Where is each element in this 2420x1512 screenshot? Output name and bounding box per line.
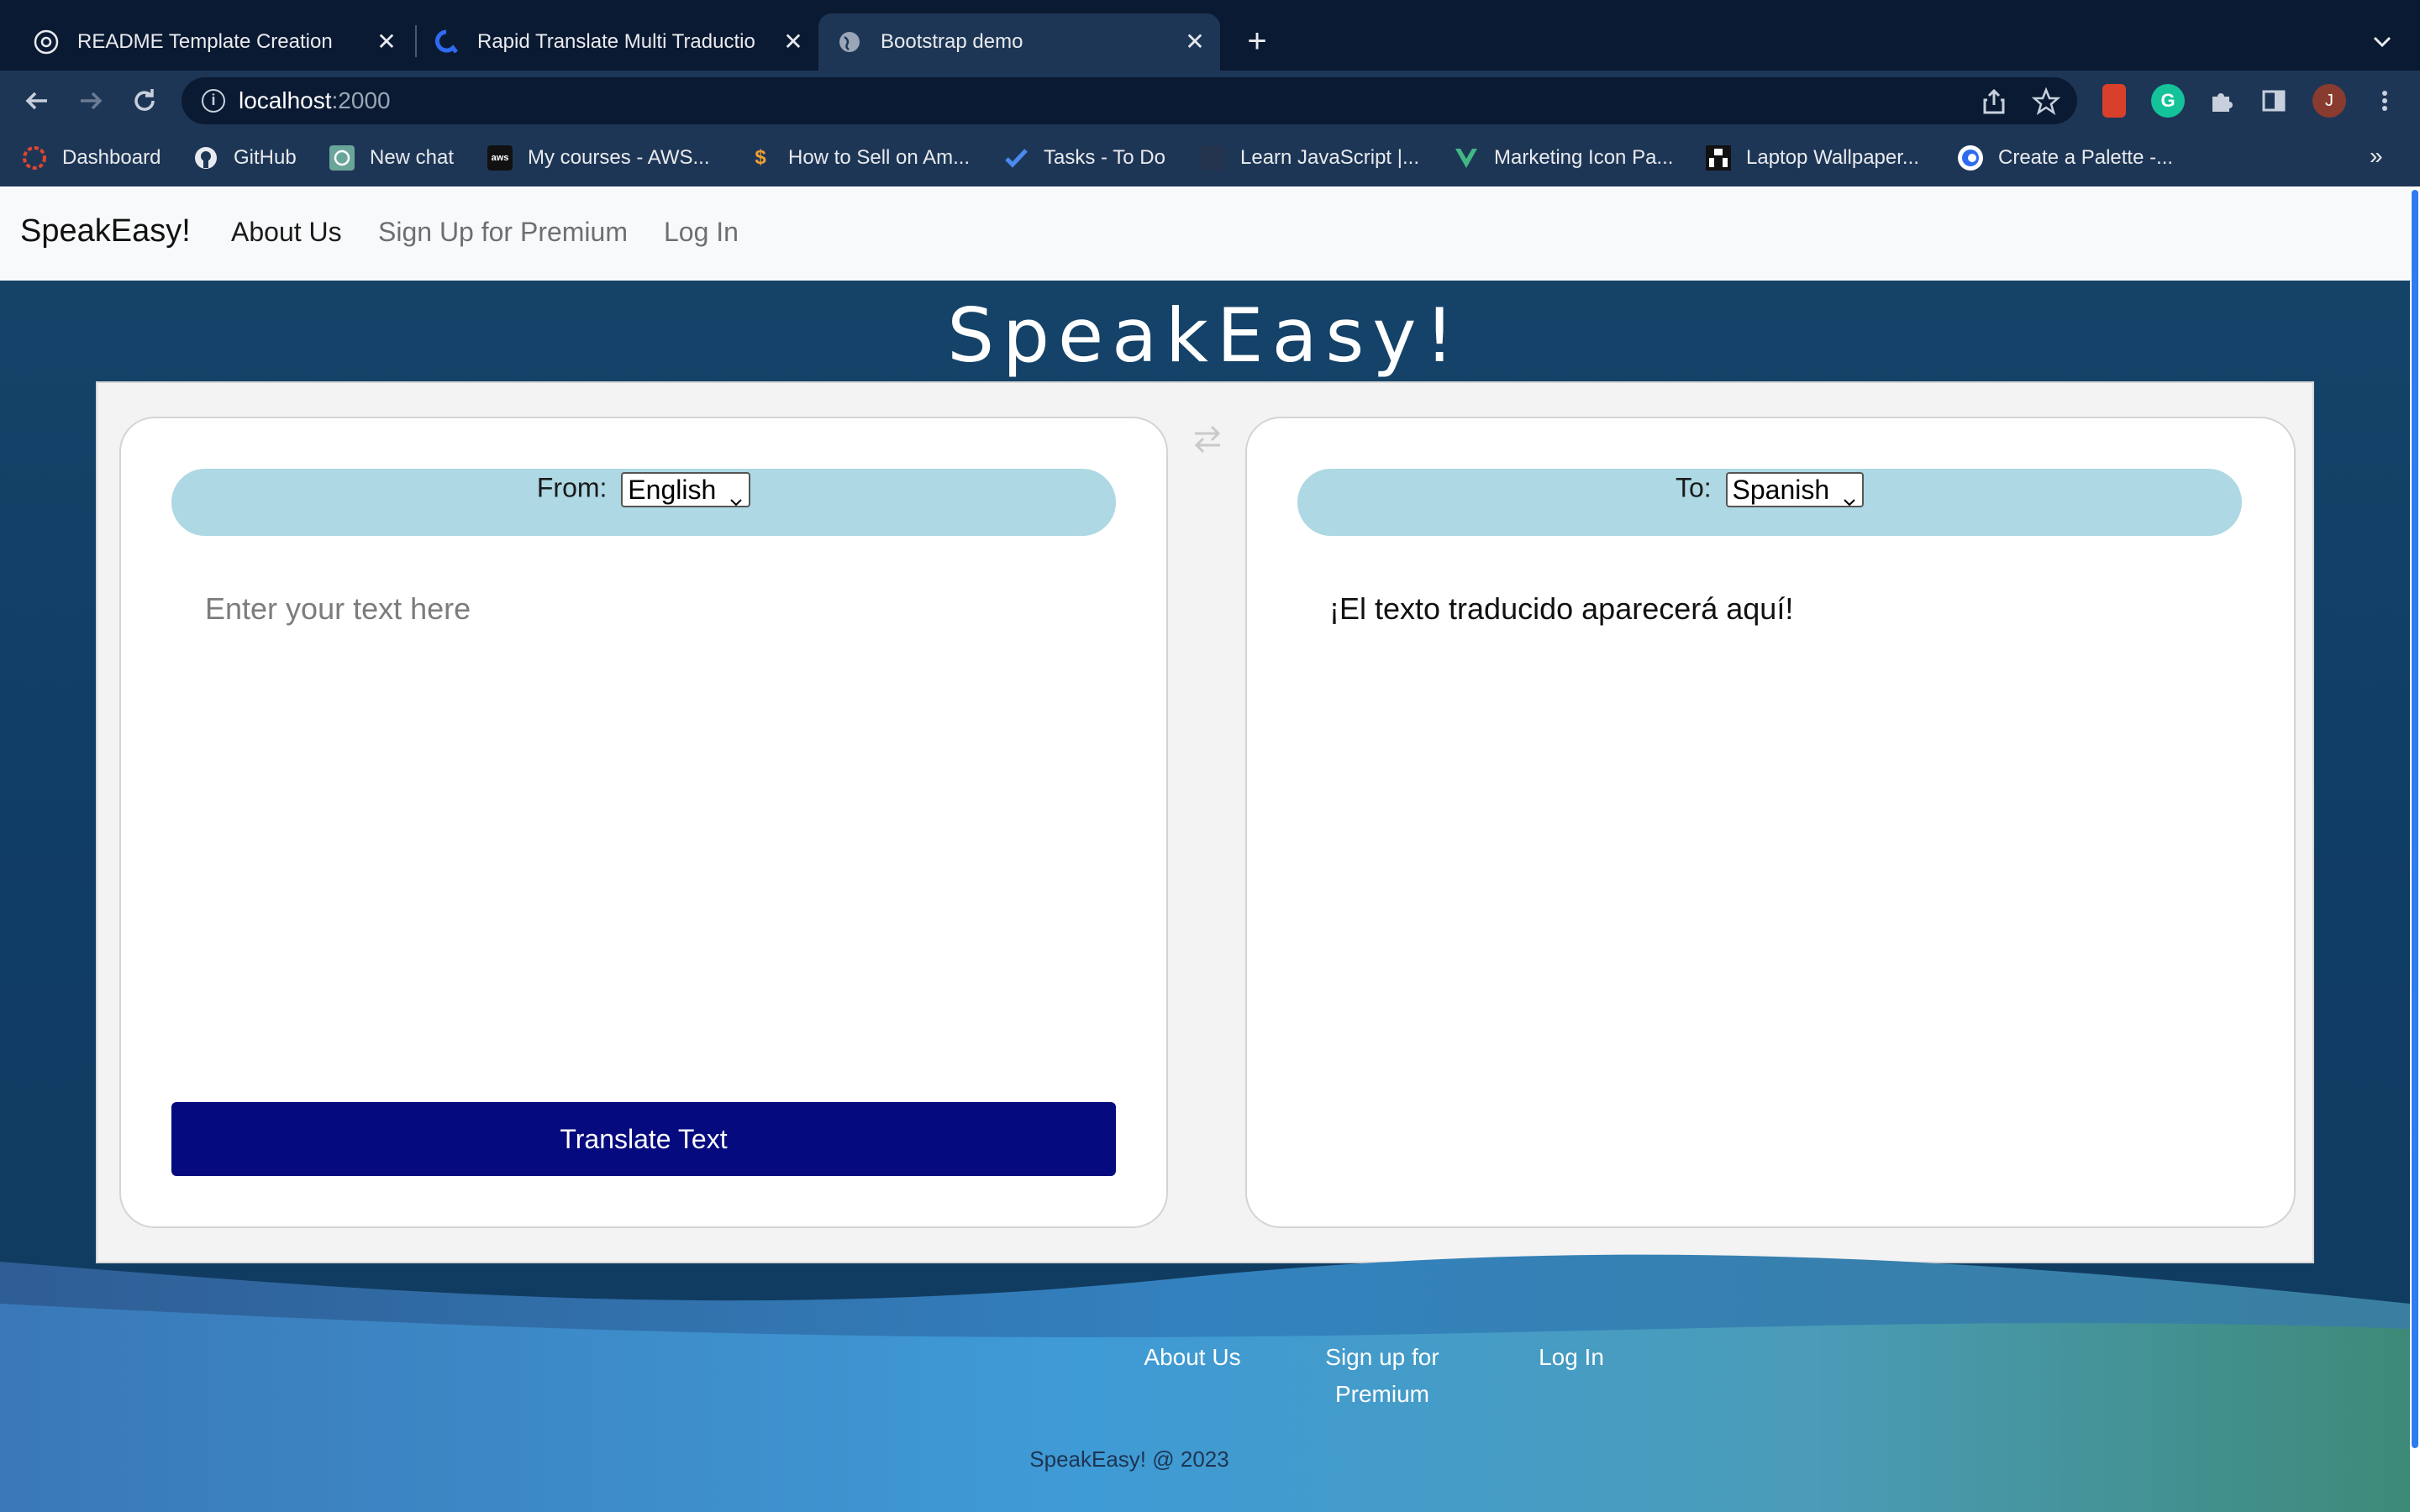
top-navbar: SpeakEasy! About Us Sign Up for Premium … xyxy=(0,186,2410,281)
footer-link-premium[interactable]: Sign up for Premium xyxy=(1302,1339,1462,1413)
vue-icon xyxy=(1454,145,1479,171)
close-icon[interactable]: ✕ xyxy=(373,29,400,55)
target-card: To: Spanish ¡El texto traducido aparecer… xyxy=(1245,417,2296,1228)
footer-link-about[interactable]: About Us xyxy=(1129,1339,1255,1376)
new-tab-button[interactable]: + xyxy=(1240,24,1274,59)
close-icon[interactable]: ✕ xyxy=(1181,29,1208,55)
tab-title: Rapid Translate Multi Traductio xyxy=(477,30,755,53)
unsplash-icon xyxy=(1706,145,1731,171)
chatgpt-icon xyxy=(329,145,355,171)
browser-tab-active[interactable]: Bootstrap demo ✕ xyxy=(818,13,1220,71)
bookmark-item[interactable]: aws My courses - AWS... xyxy=(487,141,709,175)
site-info-icon[interactable]: i xyxy=(202,89,225,113)
close-icon[interactable]: ✕ xyxy=(780,29,807,55)
to-label: To: xyxy=(1675,472,1712,503)
nav-link-login[interactable]: Log In xyxy=(664,217,739,248)
bookmarks-bar: Dashboard GitHub New chat aws My courses… xyxy=(0,129,2420,186)
rapid-icon xyxy=(434,29,459,55)
footer-link-login[interactable]: Log In xyxy=(1521,1339,1622,1376)
page-scrollbar[interactable] xyxy=(2410,186,2420,1512)
browser-tab[interactable]: README Template Creation ✕ xyxy=(0,13,412,71)
translate-button[interactable]: Translate Text xyxy=(171,1102,1116,1176)
todo-icon xyxy=(1003,145,1028,171)
bookmark-item[interactable]: Marketing Icon Pa... xyxy=(1454,141,1673,175)
from-label: From: xyxy=(536,472,608,503)
extension-icon[interactable] xyxy=(2102,84,2126,118)
bookmark-item[interactable]: New chat xyxy=(329,141,454,175)
bookmark-item[interactable]: Learn JavaScript |... xyxy=(1200,141,1419,175)
js-icon xyxy=(1200,145,1225,171)
puzzle-icon[interactable] xyxy=(2205,84,2238,118)
browser-tab-strip: README Template Creation ✕ Rapid Transla… xyxy=(0,0,2420,71)
copyright-text: SpeakEasy! @ 2023 xyxy=(1029,1446,1229,1472)
url-text: localhost:2000 xyxy=(239,87,391,113)
bookmark-item[interactable]: Tasks - To Do xyxy=(1003,141,1165,175)
nav-link-premium[interactable]: Sign Up for Premium xyxy=(378,217,628,248)
reload-icon[interactable] xyxy=(128,84,161,118)
bookmark-item[interactable]: $ How to Sell on Am... xyxy=(748,141,970,175)
grammarly-icon[interactable]: G xyxy=(2151,84,2185,118)
browser-tab[interactable]: Rapid Translate Multi Traductio ✕ xyxy=(413,13,818,71)
translator-panel: From: English Enter your text here Trans… xyxy=(96,381,2314,1263)
avatar[interactable]: J xyxy=(2312,84,2346,118)
scrollbar-thumb[interactable] xyxy=(2412,190,2418,1448)
bookmark-star-icon[interactable] xyxy=(2031,87,2061,116)
page-viewport: SpeakEasy! About Us Sign Up for Premium … xyxy=(0,186,2410,1512)
bookmark-item[interactable]: GitHub xyxy=(193,141,297,175)
bookmark-item[interactable]: Laptop Wallpaper... xyxy=(1706,141,1919,175)
translated-text-output: ¡El texto traducido aparecerá aquí! xyxy=(1329,591,1794,626)
tab-title: Bootstrap demo xyxy=(881,30,1023,53)
tab-search-icon[interactable] xyxy=(2368,27,2396,55)
bookmark-item[interactable]: Dashboard xyxy=(22,141,160,175)
github-icon xyxy=(193,145,218,171)
source-language-bar: From: English xyxy=(171,469,1116,536)
page-title: SpeakEasy! xyxy=(947,292,1463,379)
aws-icon: aws xyxy=(487,145,513,171)
target-language-select[interactable]: Spanish xyxy=(1725,472,1865,507)
source-text-input[interactable]: Enter your text here xyxy=(205,591,471,627)
chatgpt-icon xyxy=(34,29,59,55)
nav-link-about[interactable]: About Us xyxy=(231,217,342,248)
swap-languages-icon[interactable] xyxy=(1188,420,1227,459)
chevron-down-icon xyxy=(729,485,744,506)
chevron-down-icon xyxy=(1842,485,1857,506)
bookmark-item[interactable]: Create a Palette -... xyxy=(1958,141,2173,175)
side-panel-icon[interactable] xyxy=(2257,84,2291,118)
menu-icon[interactable] xyxy=(2368,84,2402,118)
dollar-icon: $ xyxy=(755,146,766,169)
share-icon[interactable] xyxy=(1980,87,2008,116)
source-card: From: English Enter your text here Trans… xyxy=(119,417,1168,1228)
target-language-bar: To: Spanish xyxy=(1297,469,2242,536)
source-language-select[interactable]: English xyxy=(621,472,751,507)
navbar-brand[interactable]: SpeakEasy! xyxy=(20,213,191,249)
more-bookmarks-icon[interactable]: » xyxy=(2370,143,2383,170)
forward-icon[interactable] xyxy=(74,84,108,118)
dashboard-icon xyxy=(22,145,47,171)
tab-title: README Template Creation xyxy=(77,30,333,53)
back-icon[interactable] xyxy=(20,84,54,118)
coolors-icon xyxy=(1958,145,1983,171)
globe-icon xyxy=(837,29,862,55)
address-bar[interactable]: i localhost:2000 xyxy=(182,77,2077,124)
